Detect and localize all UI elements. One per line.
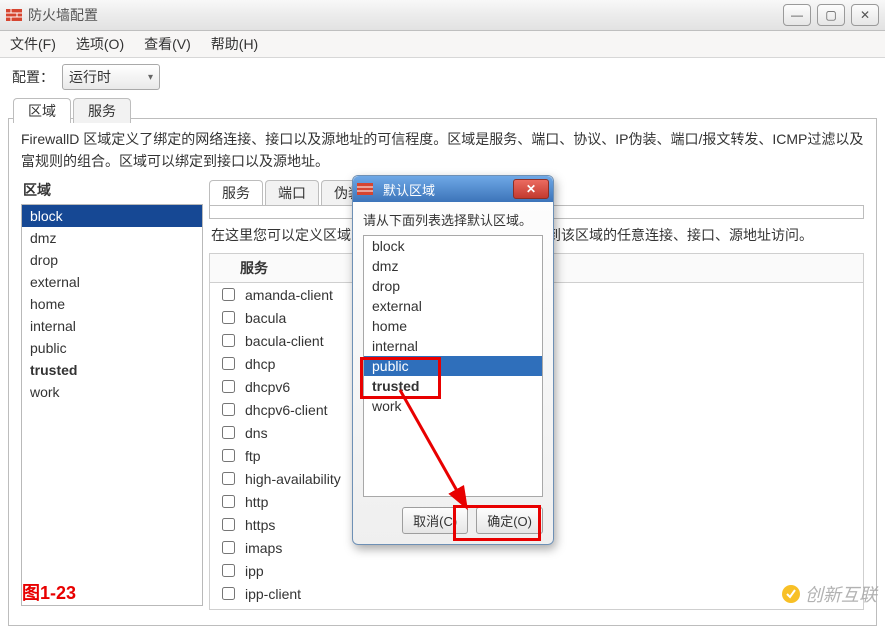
- service-checkbox-amanda-client[interactable]: [222, 288, 235, 301]
- zone-column: 区域 blockdmzdropexternalhomeinternalpubli…: [21, 178, 203, 610]
- firewall-icon: [6, 7, 22, 23]
- dialog-instruction: 请从下面列表选择默认区域。: [363, 210, 543, 229]
- service-checkbox-https[interactable]: [222, 518, 235, 531]
- dialog-zone-item-home[interactable]: home: [364, 316, 542, 336]
- dialog-zone-item-external[interactable]: external: [364, 296, 542, 316]
- service-row-ipsec[interactable]: ipsec: [210, 605, 863, 610]
- service-checkbox-bacula[interactable]: [222, 311, 235, 324]
- service-checkbox-dhcpv6[interactable]: [222, 380, 235, 393]
- service-row-ipp-client[interactable]: ipp-client: [210, 582, 863, 605]
- service-label: ipp: [245, 563, 264, 579]
- zone-item-external[interactable]: external: [22, 271, 202, 293]
- zone-item-drop[interactable]: drop: [22, 249, 202, 271]
- zone-item-public[interactable]: public: [22, 337, 202, 359]
- dialog-cancel-button[interactable]: 取消(C): [402, 507, 468, 534]
- zone-item-block[interactable]: block: [22, 205, 202, 227]
- service-label: ipp-client: [245, 586, 301, 602]
- service-label: bacula: [245, 310, 286, 326]
- zone-item-work[interactable]: work: [22, 381, 202, 403]
- dialog-zone-item-internal[interactable]: internal: [364, 336, 542, 356]
- config-label: 配置：: [12, 67, 54, 87]
- minimize-button[interactable]: —: [783, 4, 811, 26]
- dialog-zone-item-work[interactable]: work: [364, 396, 542, 416]
- tab-services[interactable]: 服务: [73, 98, 131, 123]
- dialog-zone-item-trusted[interactable]: trusted: [364, 376, 542, 396]
- service-checkbox-ipp[interactable]: [222, 564, 235, 577]
- service-label: ipsec: [245, 609, 278, 611]
- dialog-titlebar[interactable]: 默认区域 ✕: [353, 176, 553, 202]
- tab-zones[interactable]: 区域: [13, 98, 71, 123]
- watermark: 创新互联: [781, 581, 877, 607]
- service-checkbox-dhcpv6-client[interactable]: [222, 403, 235, 416]
- zone-description: FirewallD 区域定义了绑定的网络连接、接口以及源地址的可信程度。区域是服…: [21, 129, 864, 172]
- dialog-zone-item-public[interactable]: public: [364, 356, 542, 376]
- service-row-ipp[interactable]: ipp: [210, 559, 863, 582]
- menu-file[interactable]: 文件(F): [10, 34, 56, 54]
- service-checkbox-bacula-client[interactable]: [222, 334, 235, 347]
- service-label: ftp: [245, 448, 261, 464]
- dialog-ok-button[interactable]: 确定(O): [476, 507, 543, 534]
- service-label: dhcpv6: [245, 379, 290, 395]
- service-checkbox-dhcp[interactable]: [222, 357, 235, 370]
- subtab-services[interactable]: 服务: [209, 180, 263, 205]
- watermark-icon: [781, 584, 801, 604]
- firewall-icon: [357, 181, 373, 197]
- service-checkbox-ipp-client[interactable]: [222, 587, 235, 600]
- service-checkbox-ftp[interactable]: [222, 449, 235, 462]
- config-mode-value: 运行时: [69, 67, 111, 87]
- dialog-zone-list[interactable]: blockdmzdropexternalhomeinternalpublictr…: [363, 235, 543, 497]
- menubar: 文件(F) 选项(O) 查看(V) 帮助(H): [0, 31, 885, 58]
- dialog-zone-item-drop[interactable]: drop: [364, 276, 542, 296]
- chevron-down-icon: ▾: [148, 72, 153, 83]
- service-label: http: [245, 494, 268, 510]
- zone-item-trusted[interactable]: trusted: [22, 359, 202, 381]
- config-mode-combo[interactable]: 运行时 ▾: [62, 64, 160, 90]
- titlebar: 防火墙配置 — ▢ ✕: [0, 0, 885, 31]
- zone-item-home[interactable]: home: [22, 293, 202, 315]
- dialog-close-button[interactable]: ✕: [513, 179, 549, 199]
- service-label: dns: [245, 425, 268, 441]
- menu-view[interactable]: 查看(V): [144, 34, 191, 54]
- service-checkbox-imaps[interactable]: [222, 541, 235, 554]
- close-button[interactable]: ✕: [851, 4, 879, 26]
- dialog-title: 默认区域: [383, 180, 435, 199]
- maximize-button[interactable]: ▢: [817, 4, 845, 26]
- window-title: 防火墙配置: [28, 5, 98, 25]
- service-label: bacula-client: [245, 333, 324, 349]
- zone-header: 区域: [23, 180, 203, 200]
- zone-item-internal[interactable]: internal: [22, 315, 202, 337]
- menu-options[interactable]: 选项(O): [76, 34, 124, 54]
- service-label: https: [245, 517, 275, 533]
- default-zone-dialog: 默认区域 ✕ 请从下面列表选择默认区域。 blockdmzdropexterna…: [352, 175, 554, 545]
- zone-list[interactable]: blockdmzdropexternalhomeinternalpublictr…: [21, 204, 203, 606]
- service-label: dhcp: [245, 356, 275, 372]
- zone-item-dmz[interactable]: dmz: [22, 227, 202, 249]
- service-checkbox-http[interactable]: [222, 495, 235, 508]
- service-label: high-availability: [245, 471, 341, 487]
- dialog-zone-item-block[interactable]: block: [364, 236, 542, 256]
- subtab-ports[interactable]: 端口: [265, 180, 319, 205]
- menu-help[interactable]: 帮助(H): [211, 34, 258, 54]
- main-tab-row: 区域 服务: [13, 97, 133, 122]
- service-label: amanda-client: [245, 287, 333, 303]
- service-label: imaps: [245, 540, 282, 556]
- service-checkbox-high-availability[interactable]: [222, 472, 235, 485]
- figure-label: 图1-23: [22, 579, 76, 605]
- service-label: dhcpv6-client: [245, 402, 328, 418]
- config-row: 配置： 运行时 ▾: [0, 58, 885, 100]
- dialog-zone-item-dmz[interactable]: dmz: [364, 256, 542, 276]
- service-checkbox-dns[interactable]: [222, 426, 235, 439]
